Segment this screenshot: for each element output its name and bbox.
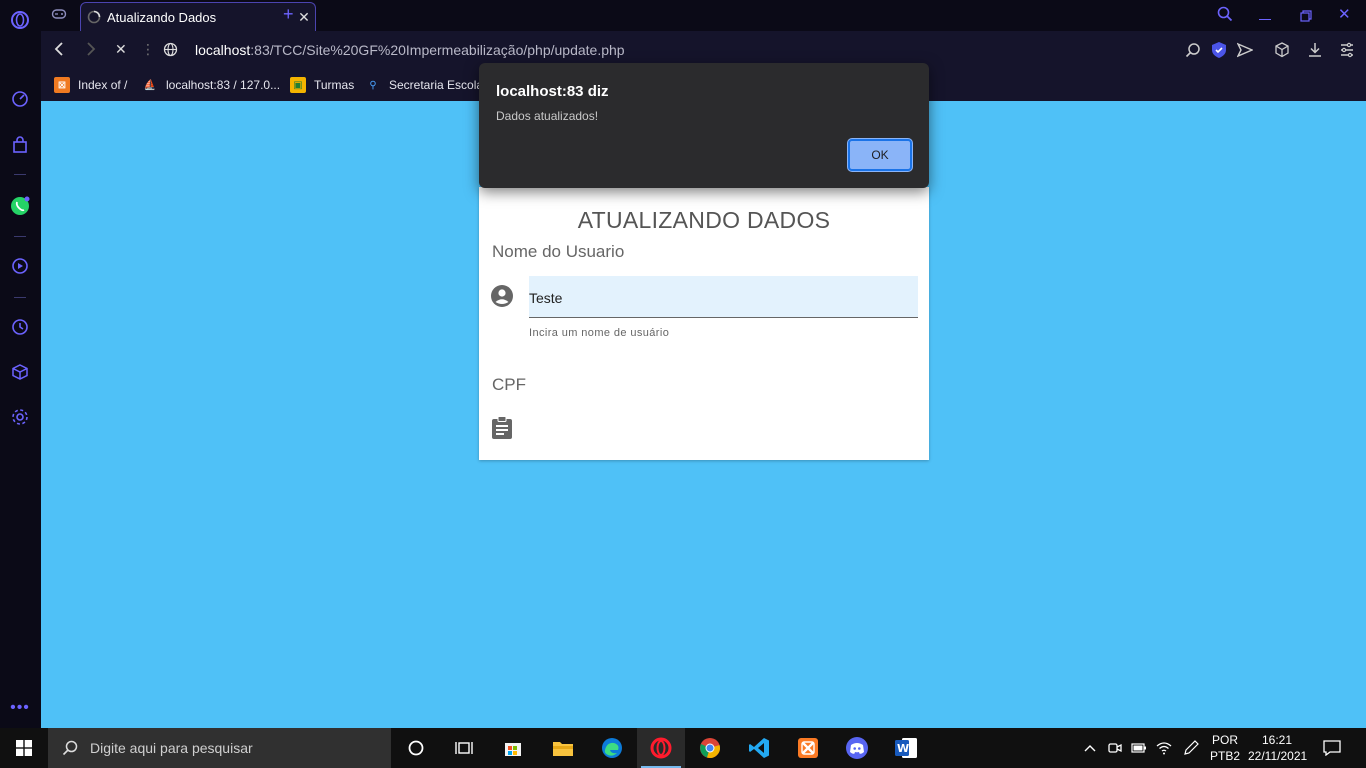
phpmyadmin-icon: ⛵ bbox=[143, 79, 157, 91]
school-icon: ⚲ bbox=[369, 79, 377, 91]
opera-taskbar-icon[interactable] bbox=[637, 728, 685, 768]
form-title: ATUALIZANDO DADOS bbox=[577, 207, 831, 233]
cortana-icon[interactable] bbox=[392, 728, 440, 768]
alert-message: Dados atualizados! bbox=[496, 109, 599, 123]
desktop: ••• Atualizando Dados ✕ + ✕ ✕ ⋮ localhos… bbox=[0, 0, 1366, 768]
extensions-cube-icon[interactable] bbox=[9, 361, 31, 383]
chrome-icon[interactable] bbox=[686, 728, 734, 768]
task-view-icon[interactable] bbox=[440, 728, 488, 768]
send-icon[interactable] bbox=[1236, 42, 1254, 63]
bookmark-secretaria[interactable]: ⚲ Secretaria Escolar bbox=[365, 75, 487, 95]
more-options-icon[interactable]: ••• bbox=[9, 697, 31, 719]
bookmark-label: localhost:83 / 127.0... bbox=[166, 78, 281, 92]
username-value: Teste bbox=[529, 290, 563, 306]
separator-icon: ⋮ bbox=[141, 41, 155, 57]
tab-active[interactable]: Atualizando Dados ✕ bbox=[80, 2, 316, 31]
sidebar-divider bbox=[14, 297, 26, 298]
clock-time: 16:21 bbox=[1261, 733, 1293, 747]
back-icon[interactable] bbox=[53, 41, 65, 62]
minimize-icon[interactable] bbox=[1259, 8, 1271, 20]
username-input[interactable]: Teste bbox=[529, 276, 918, 318]
battery-icon[interactable] bbox=[1131, 728, 1147, 768]
shopping-bag-icon[interactable] bbox=[9, 134, 31, 156]
wifi-icon[interactable] bbox=[1156, 728, 1172, 768]
tab-close-icon[interactable]: ✕ bbox=[293, 9, 315, 26]
tab-title: Atualizando Dados bbox=[107, 9, 217, 25]
taskbar-clock[interactable]: 16:21 22/11/2021 bbox=[1248, 732, 1308, 764]
vscode-icon[interactable] bbox=[735, 728, 783, 768]
vpn-shield-icon[interactable] bbox=[1211, 41, 1227, 64]
page-search-icon[interactable] bbox=[1185, 42, 1201, 63]
name-label: Nome do Usuario bbox=[492, 242, 625, 261]
alert-dialog: localhost:83 diz Dados atualizados! OK bbox=[479, 63, 929, 188]
player-icon[interactable] bbox=[9, 255, 31, 277]
search-tabs-icon[interactable] bbox=[1217, 6, 1233, 27]
microsoft-store-icon[interactable] bbox=[489, 728, 537, 768]
taskbar-search-box[interactable]: Digite aqui para pesquisar bbox=[48, 728, 391, 768]
tab-strip: Atualizando Dados ✕ + ✕ bbox=[41, 0, 1366, 31]
ok-button[interactable]: OK bbox=[848, 139, 912, 171]
update-form-card: ATUALIZANDO DADOS Nome do Usuario Teste … bbox=[479, 187, 929, 460]
pen-icon[interactable] bbox=[1183, 728, 1199, 768]
opera-logo-icon[interactable] bbox=[9, 9, 31, 31]
xampp-icon: ⊠ bbox=[54, 77, 70, 93]
language-code: POR bbox=[1211, 733, 1238, 747]
clock-date: 22/11/2021 bbox=[1248, 749, 1308, 763]
search-placeholder: Digite aqui para pesquisar bbox=[90, 740, 253, 756]
url-host: localhost bbox=[195, 42, 251, 58]
url-field[interactable]: localhost:83/TCC/Site%20GF%20Impermeabil… bbox=[195, 42, 625, 58]
speed-dial-icon[interactable] bbox=[9, 88, 31, 110]
edge-icon[interactable] bbox=[588, 728, 636, 768]
classroom-icon: ▣ bbox=[290, 77, 306, 93]
stop-loading-icon[interactable]: ✕ bbox=[115, 41, 127, 58]
xampp-taskbar-icon[interactable] bbox=[784, 728, 832, 768]
settings-gear-icon[interactable] bbox=[9, 406, 31, 428]
windows-logo-icon bbox=[16, 740, 32, 756]
svg-text:W: W bbox=[897, 742, 909, 755]
bookmark-turmas[interactable]: ▣ Turmas bbox=[290, 75, 354, 95]
page-viewport: ATUALIZANDO DADOS Nome do Usuario Teste … bbox=[41, 101, 1366, 728]
opera-sidebar: ••• bbox=[0, 0, 41, 728]
word-icon[interactable]: W bbox=[882, 728, 930, 768]
url-path: :83/TCC/Site%20GF%20Impermeabilização/ph… bbox=[250, 42, 625, 58]
bookmark-phpmyadmin[interactable]: ⛵ localhost:83 / 127.0... bbox=[142, 75, 280, 95]
restore-icon[interactable] bbox=[1300, 9, 1312, 27]
close-window-icon[interactable]: ✕ bbox=[1338, 5, 1351, 23]
cpf-label: CPF bbox=[492, 375, 526, 394]
meet-now-icon[interactable] bbox=[1108, 728, 1122, 768]
notifications-icon[interactable] bbox=[1323, 728, 1341, 768]
keyboard-layout: PTB2 bbox=[1210, 749, 1241, 763]
easy-setup-icon[interactable] bbox=[1339, 42, 1355, 63]
sidebar-divider bbox=[14, 236, 26, 237]
extensions-icon[interactable] bbox=[1274, 42, 1290, 63]
file-explorer-icon[interactable] bbox=[539, 728, 587, 768]
discord-icon[interactable] bbox=[833, 728, 881, 768]
show-hidden-icons-icon[interactable] bbox=[1084, 728, 1096, 768]
history-icon[interactable] bbox=[9, 316, 31, 338]
sidebar-divider bbox=[14, 174, 26, 175]
bookmark-label: Index of / bbox=[78, 78, 128, 92]
search-icon bbox=[62, 740, 78, 756]
forward-icon[interactable] bbox=[85, 41, 97, 62]
windows-taskbar: Digite aqui para pesquisar W POR PTB2 16… bbox=[0, 728, 1366, 768]
site-info-globe-icon[interactable] bbox=[163, 42, 178, 62]
download-icon[interactable] bbox=[1307, 42, 1323, 63]
clipboard-icon bbox=[491, 416, 513, 445]
bookmark-index[interactable]: ⊠ Index of / bbox=[54, 75, 127, 95]
alert-title: localhost:83 diz bbox=[496, 83, 609, 100]
loading-spinner-icon bbox=[87, 10, 101, 24]
new-tab-icon[interactable]: + bbox=[283, 4, 294, 25]
input-language[interactable]: POR PTB2 bbox=[1210, 732, 1240, 764]
bookmark-label: Turmas bbox=[314, 78, 355, 92]
start-button[interactable] bbox=[0, 728, 48, 768]
bookmark-label: Secretaria Escolar bbox=[389, 78, 488, 92]
account-circle-icon bbox=[490, 284, 514, 313]
whatsapp-icon[interactable] bbox=[9, 195, 31, 217]
gamepad-icon[interactable] bbox=[51, 6, 67, 27]
username-hint: Incira um nome de usuário bbox=[529, 327, 670, 339]
